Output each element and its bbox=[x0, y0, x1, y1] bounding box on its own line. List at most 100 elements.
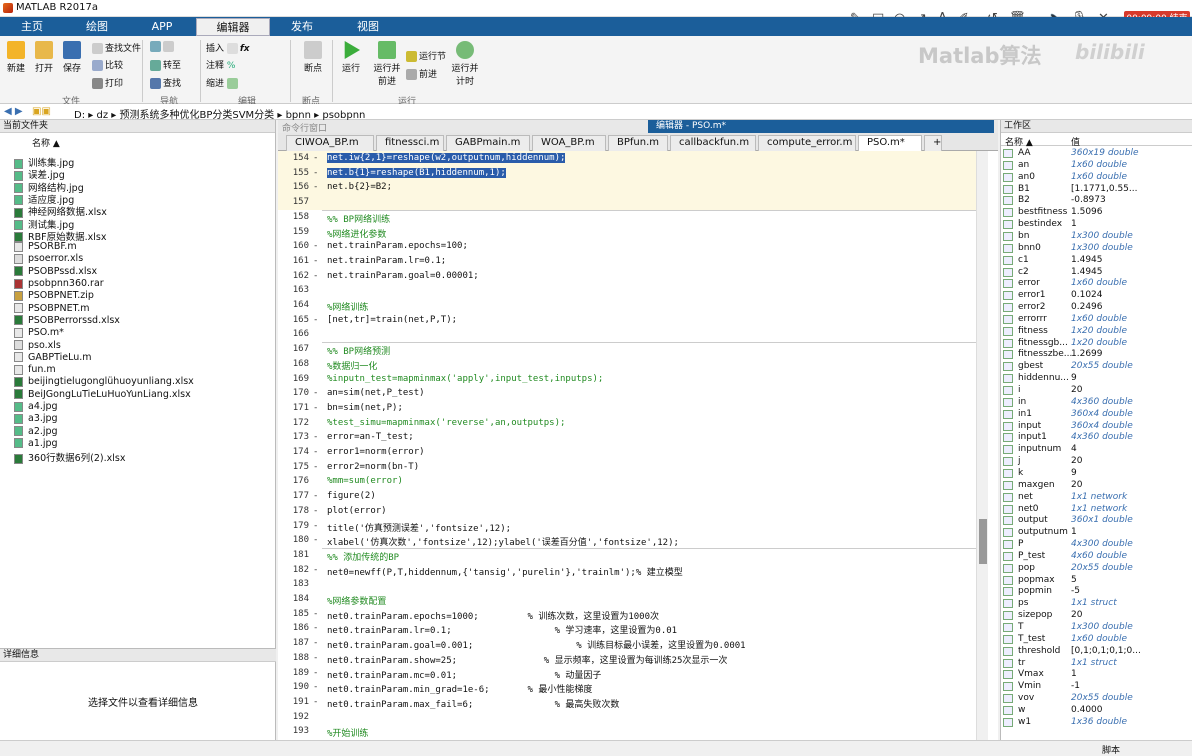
code-line[interactable]: 156- net.b{2}=B2; bbox=[278, 182, 976, 197]
workspace-variable[interactable]: output 360x1 double bbox=[1003, 515, 1191, 527]
code-line[interactable]: 185- net0.trainParam.epochs=1000; % 训练次数，… bbox=[278, 609, 976, 624]
breakpoint-marker[interactable]: - bbox=[313, 623, 318, 633]
workspace-variable[interactable]: net 1x1 network bbox=[1003, 492, 1191, 504]
code-line[interactable]: 168 %数据归一化 bbox=[278, 359, 976, 374]
workspace-variable[interactable]: tr 1x1 struct bbox=[1003, 658, 1191, 670]
file-item[interactable]: fun.m bbox=[14, 364, 56, 376]
code-line[interactable]: 186- net0.trainParam.lr=0.1; % 学习速率，这里设置为… bbox=[278, 623, 976, 638]
breakpoint-marker[interactable]: - bbox=[313, 491, 318, 501]
workspace-variable[interactable]: P 4x300 double bbox=[1003, 539, 1191, 551]
breakpoint-marker[interactable]: - bbox=[313, 432, 318, 442]
breakpoint-marker[interactable]: - bbox=[313, 256, 318, 266]
back-icon[interactable]: ◀ ▶ bbox=[4, 106, 23, 117]
code-line[interactable]: 189- net0.trainParam.mc=0.01; % 动量因子 bbox=[278, 668, 976, 683]
code-line[interactable]: 157 bbox=[278, 197, 976, 212]
editor-tab[interactable]: BPfun.m bbox=[608, 135, 668, 151]
code-line[interactable]: 184 %网络参数配置 bbox=[278, 594, 976, 609]
file-item[interactable]: a3.jpg bbox=[14, 413, 58, 425]
workspace-variable[interactable]: popmin -5 bbox=[1003, 586, 1191, 598]
workspace-variable[interactable]: Vmax 1 bbox=[1003, 669, 1191, 681]
workspace-variable[interactable]: inputnum 4 bbox=[1003, 444, 1191, 456]
code-line[interactable]: 163 bbox=[278, 285, 976, 300]
file-item[interactable]: 测试集.jpg bbox=[14, 217, 74, 231]
code-line[interactable]: 158 %% BP网络训练 bbox=[278, 212, 976, 227]
workspace-variable[interactable]: in 4x360 double bbox=[1003, 397, 1191, 409]
workspace-variable[interactable]: an0 1x60 double bbox=[1003, 172, 1191, 184]
file-item[interactable]: PSO.m* bbox=[14, 327, 64, 339]
breakpoint-marker[interactable]: - bbox=[313, 168, 318, 178]
workspace-variable[interactable]: threshold [0,1;0,1;0,1;0... bbox=[1003, 646, 1191, 658]
file-item[interactable]: a4.jpg bbox=[14, 401, 58, 413]
code-line[interactable]: 167 %% BP网络预测 bbox=[278, 344, 976, 359]
code-line[interactable]: 177- figure(2) bbox=[278, 491, 976, 506]
code-line[interactable]: 161- net.trainParam.lr=0.1; bbox=[278, 256, 976, 271]
code-line[interactable]: 175- error2=norm(bn-T) bbox=[278, 462, 976, 477]
code-line[interactable]: 162- net.trainParam.goal=0.00001; bbox=[278, 271, 976, 286]
code-line[interactable]: 165- [net,tr]=train(net,P,T); bbox=[278, 315, 976, 330]
editor-tab[interactable]: PSO.m* bbox=[858, 135, 922, 151]
comment-button[interactable]: 注释 % bbox=[206, 58, 235, 71]
breakpoint-marker[interactable]: - bbox=[313, 506, 318, 516]
folder-icon[interactable]: ▣▣ bbox=[32, 106, 51, 117]
workspace-variable[interactable]: w 0.4000 bbox=[1003, 705, 1191, 717]
workspace-variable[interactable]: errorrr 1x60 double bbox=[1003, 314, 1191, 326]
file-item[interactable]: PSOBPNET.m bbox=[14, 303, 90, 315]
workspace-variable[interactable]: w1 1x36 double bbox=[1003, 717, 1191, 729]
breakpoint-marker[interactable]: - bbox=[313, 521, 318, 531]
indent-button[interactable]: 缩进 bbox=[206, 76, 240, 89]
name-column-header[interactable]: 名称 ▲ bbox=[32, 136, 60, 149]
back-forward-button[interactable] bbox=[150, 41, 176, 52]
workspace-variable[interactable]: pop 20x55 double bbox=[1003, 563, 1191, 575]
breakpoint-marker[interactable]: - bbox=[313, 271, 318, 281]
workspace-variable[interactable]: B2 -0.8973 bbox=[1003, 195, 1191, 207]
file-item[interactable]: GABPTieLu.m bbox=[14, 352, 92, 364]
file-item[interactable]: 适应度.jpg bbox=[14, 192, 74, 206]
workspace-variable[interactable]: gbest 20x55 double bbox=[1003, 361, 1191, 373]
compare-button[interactable]: 比较 bbox=[92, 58, 123, 71]
file-item[interactable]: 360行数据6列(2).xlsx bbox=[14, 450, 126, 464]
workspace-variable[interactable]: P_test 4x60 double bbox=[1003, 551, 1191, 563]
code-line[interactable]: 154- net.iw{2,1}=reshape(w2,outputnum,hid… bbox=[278, 153, 976, 168]
breakpoint-marker[interactable]: - bbox=[313, 697, 318, 707]
workspace-variable[interactable]: fitness 1x20 double bbox=[1003, 326, 1191, 338]
workspace-variable[interactable]: error 1x60 double bbox=[1003, 278, 1191, 290]
editor-tab[interactable]: CIWOA_BP.m bbox=[286, 135, 374, 151]
code-line[interactable]: 155- net.b{1}=reshape(B1,hiddennum,1); bbox=[278, 167, 976, 183]
file-item[interactable]: pso.xls bbox=[14, 340, 61, 352]
breakpoint-marker[interactable]: - bbox=[313, 388, 318, 398]
code-line[interactable]: 178- plot(error) bbox=[278, 506, 976, 521]
code-line[interactable]: 182- net0=newff(P,T,hiddennum,{'tansig','… bbox=[278, 565, 976, 580]
editor-tab[interactable]: fitnessci.m bbox=[376, 135, 444, 151]
workspace-variable[interactable]: bestfitness 1.5096 bbox=[1003, 207, 1191, 219]
tab-home[interactable]: 主页 bbox=[4, 18, 60, 36]
file-item[interactable]: PSOBPssd.xlsx bbox=[14, 266, 97, 278]
new-tab-button[interactable]: + bbox=[924, 135, 942, 151]
workspace-variable[interactable]: AA 360x19 double bbox=[1003, 148, 1191, 160]
workspace-variable[interactable]: k9 bbox=[1003, 468, 1191, 480]
code-line[interactable]: 181 %% 添加传统的BP bbox=[278, 550, 976, 565]
tab-publish[interactable]: 发布 bbox=[274, 18, 330, 36]
workspace-variable[interactable]: ps 1x1 struct bbox=[1003, 598, 1191, 610]
workspace-variable[interactable]: input 360x4 double bbox=[1003, 421, 1191, 433]
open-button[interactable]: 打开 bbox=[32, 41, 56, 74]
code-line[interactable]: 192 bbox=[278, 712, 976, 727]
code-area[interactable]: 154- net.iw{2,1}=reshape(w2,outputnum,hid… bbox=[278, 151, 976, 756]
file-item[interactable]: beijingtielugonglühuoyunliang.xlsx bbox=[14, 376, 194, 388]
editor-tab[interactable]: GABPmain.m bbox=[446, 135, 530, 151]
breakpoint-marker[interactable]: - bbox=[313, 609, 318, 619]
address-bar[interactable]: ◀ ▶ ▣▣ D: ▸ dz ▸ 预测系统多种优化BP分类SVM分类 ▸ bpn… bbox=[0, 104, 1192, 121]
workspace-variable[interactable]: c1 1.4945 bbox=[1003, 255, 1191, 267]
workspace-variable[interactable]: B1 [1.1771,0.55... bbox=[1003, 184, 1191, 196]
workspace-variable[interactable]: fitnesszbe... 1.2699 bbox=[1003, 349, 1191, 361]
workspace-variable[interactable]: net0 1x1 network bbox=[1003, 504, 1191, 516]
code-line[interactable]: 173- error=an-T_test; bbox=[278, 432, 976, 447]
workspace-variable[interactable]: vov 20x55 double bbox=[1003, 693, 1191, 705]
run-time-button[interactable]: 运行并 计时 bbox=[450, 41, 480, 87]
ws-col-value[interactable]: 值 bbox=[1071, 135, 1080, 148]
code-line[interactable]: 166 bbox=[278, 329, 976, 344]
workspace-variable[interactable]: bestindex 1 bbox=[1003, 219, 1191, 231]
tab-view[interactable]: 视图 bbox=[338, 18, 398, 36]
workspace-variable[interactable]: bnn0 1x300 double bbox=[1003, 243, 1191, 255]
breakpoint-marker[interactable]: - bbox=[313, 535, 318, 545]
breakpoint-marker[interactable]: - bbox=[313, 462, 318, 472]
